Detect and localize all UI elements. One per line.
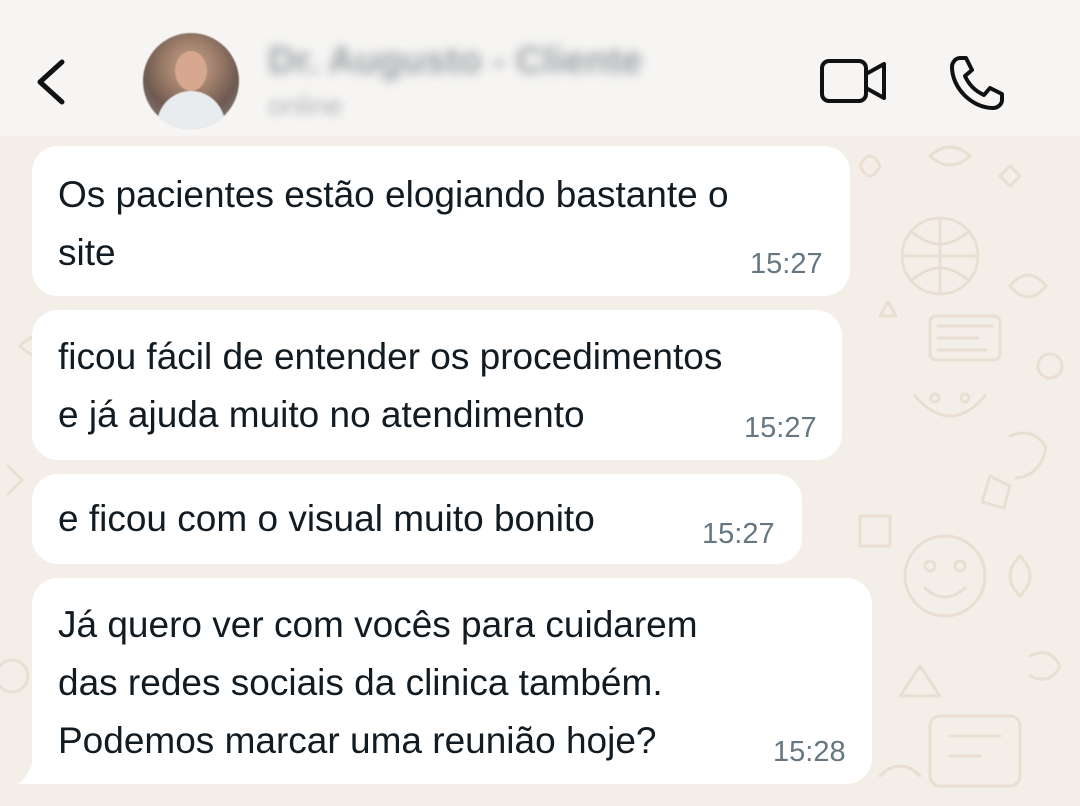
message-timestamp: 15:27 (750, 248, 823, 280)
message-timestamp: 15:28 (773, 736, 846, 768)
message-timestamp: 15:27 (702, 518, 775, 550)
message-bubble-4[interactable]: Já quero ver com vocês para cuidarem das… (32, 578, 872, 784)
message-text: Já quero ver com vocês para cuidarem das… (58, 604, 698, 761)
message-text: e ficou com o visual muito bonito (58, 498, 595, 539)
chat-header: Dr. Augusto - Cliente online (0, 0, 1080, 136)
contact-status: online (268, 90, 343, 121)
video-camera-icon (820, 59, 886, 103)
back-button[interactable] (28, 52, 76, 112)
message-bubble-1[interactable]: Os pacientes estão elogiando bastante o … (32, 146, 850, 296)
phone-icon (950, 56, 1004, 110)
message-timestamp: 15:27 (744, 412, 817, 444)
chevron-left-icon (37, 59, 65, 105)
message-bubble-2[interactable]: ficou fácil de entender os procedimentos… (32, 310, 842, 460)
avatar[interactable] (143, 33, 239, 129)
video-call-button[interactable] (818, 56, 890, 106)
message-text: Os pacientes estão elogiando bastante o … (58, 174, 729, 273)
message-bubble-3[interactable]: e ficou com o visual muito bonito 15:27 (32, 474, 802, 564)
voice-call-button[interactable] (946, 52, 1008, 114)
contact-name[interactable]: Dr. Augusto - Cliente (268, 40, 642, 83)
message-text: ficou fácil de entender os procedimentos… (58, 336, 723, 435)
